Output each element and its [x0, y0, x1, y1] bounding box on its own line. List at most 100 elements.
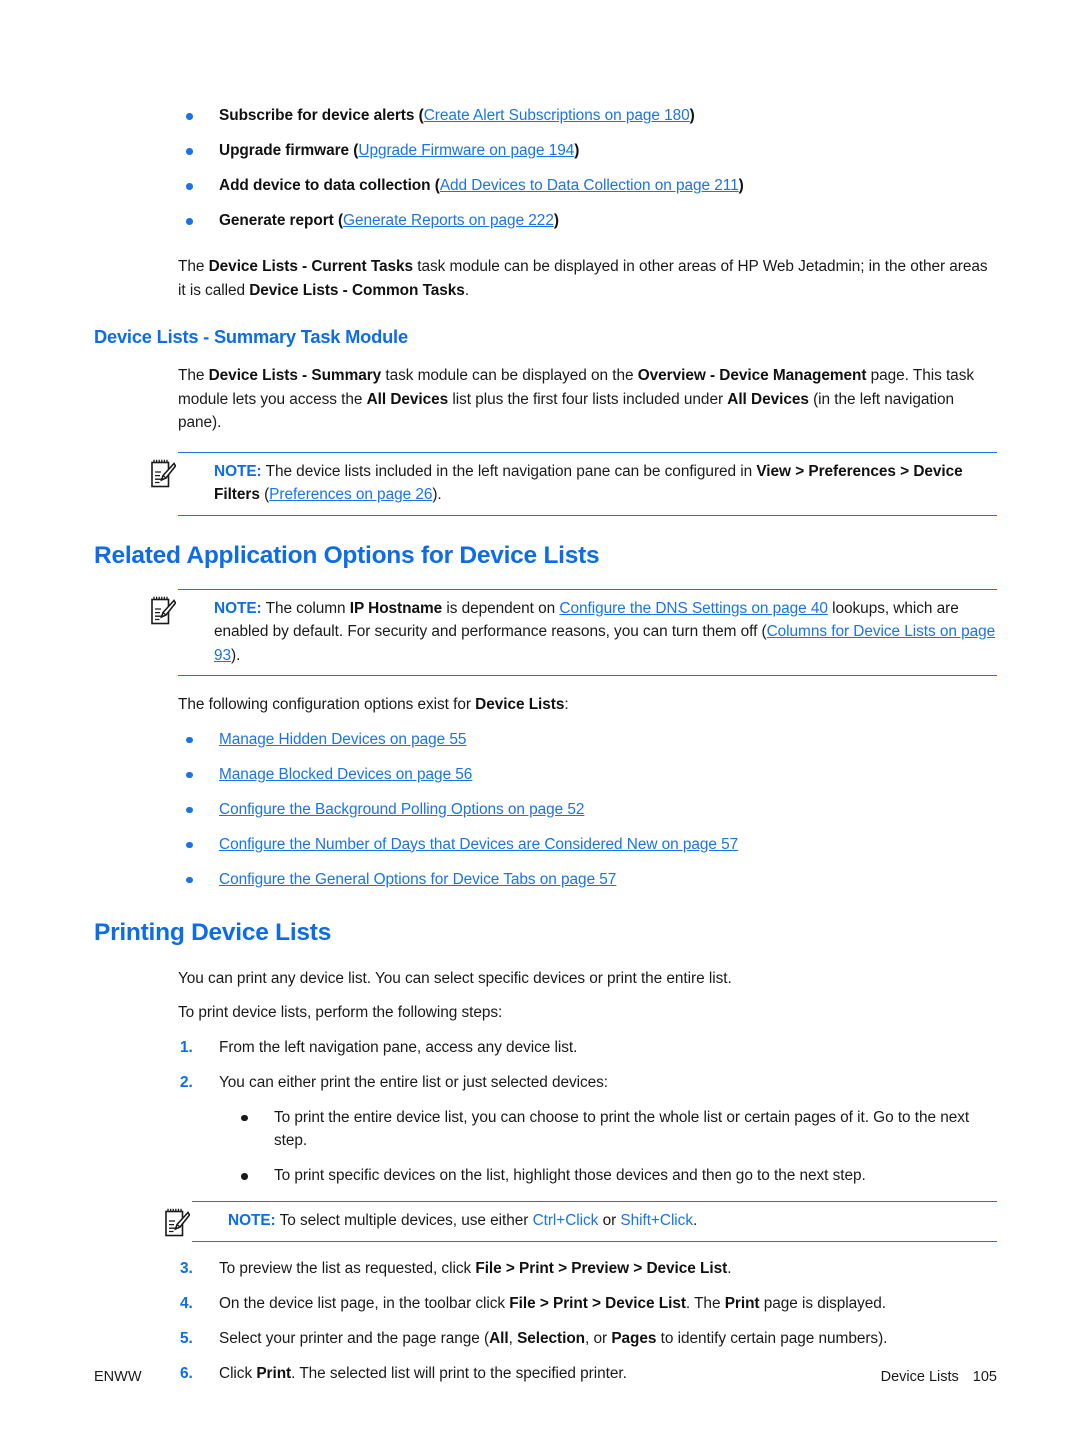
- list-item-step-2: You can either print the entire list or …: [178, 1071, 997, 1095]
- keyboard-shortcut-ctrl-click: Ctrl+Click: [532, 1212, 599, 1229]
- paragraph-print-steps-lead: To print device lists, perform the follo…: [178, 1004, 503, 1021]
- print-steps-list-continued: To preview the list as requested, click …: [178, 1257, 997, 1386]
- paren-open: (: [430, 177, 440, 194]
- paren-close: ): [574, 142, 580, 159]
- paren-open: (: [349, 142, 359, 159]
- text-run: .: [727, 1259, 732, 1277]
- note-pencil-icon: [151, 459, 176, 487]
- cross-reference-link[interactable]: Configure the General Options for Device…: [219, 871, 616, 888]
- print-substep-bullet-list: To print the entire device list, you can…: [233, 1106, 997, 1188]
- bold-run: Selection: [517, 1329, 586, 1347]
- note-label: NOTE:: [228, 1212, 276, 1229]
- paren-close: ): [553, 212, 559, 229]
- step-text: You can either print the entire list or …: [219, 1073, 609, 1091]
- text-run: .: [692, 1212, 698, 1229]
- page-footer: ENWW Device Lists 105: [94, 1369, 997, 1385]
- text-run: (: [259, 486, 270, 503]
- list-item: Manage Hidden Devices on page 55: [178, 728, 997, 752]
- note-label: NOTE:: [214, 599, 262, 617]
- text-run: To select multiple devices, use either: [275, 1212, 533, 1229]
- paren-open: (: [414, 107, 424, 124]
- text-run: To preview the list as requested, click: [219, 1259, 476, 1277]
- cross-reference-link[interactable]: Generate Reports on page 222: [343, 212, 554, 229]
- bold-run: Print: [724, 1294, 760, 1312]
- paren-open: (: [333, 212, 344, 229]
- heading-device-lists-summary-task-module: Device Lists - Summary Task Module: [94, 326, 408, 347]
- text-run: :: [564, 696, 569, 713]
- text-run: or: [598, 1212, 621, 1229]
- cross-reference-link[interactable]: Configure the DNS Settings on page 40: [559, 600, 828, 617]
- note-box-ip-hostname: NOTE: The column IP Hostname is dependen…: [151, 588, 997, 676]
- text-run: ).: [432, 486, 442, 503]
- cross-reference-link[interactable]: Preferences on page 26: [269, 486, 432, 503]
- bold-run: IP Hostname: [349, 599, 443, 617]
- device-task-bullet-list: Subscribe for device alerts (Create Aler…: [178, 104, 997, 233]
- footer-page-number: 105: [972, 1369, 997, 1385]
- cross-reference-link[interactable]: Upgrade Firmware on page 194: [358, 142, 574, 159]
- heading-related-application-options: Related Application Options for Device L…: [94, 541, 600, 569]
- footer-chapter-label: Device Lists: [880, 1369, 959, 1385]
- bullet-bold-label: Add device to data collection: [219, 177, 431, 194]
- text-run: ,: [508, 1329, 518, 1347]
- text-run: is dependent on: [442, 599, 560, 617]
- document-page: Subscribe for device alerts (Create Aler…: [0, 0, 1080, 1437]
- bold-run: File > Print > Preview > Device List: [475, 1259, 728, 1277]
- text-run: The following configuration options exis…: [178, 696, 476, 713]
- step2-sub-bullets-wrap: To print the entire device list, you can…: [165, 1106, 997, 1242]
- list-item: Configure the General Options for Device…: [178, 868, 997, 892]
- substep-text: To print the entire device list, you can…: [274, 1108, 970, 1150]
- paragraph-config-options: The following configuration options exis…: [178, 693, 997, 717]
- list-item: To print specific devices on the list, h…: [233, 1164, 997, 1188]
- list-item-step-1: From the left navigation pane, access an…: [178, 1036, 997, 1060]
- print-steps-list: From the left navigation pane, access an…: [178, 1036, 997, 1095]
- text-run: The column: [261, 599, 350, 617]
- footer-left-label: ENWW: [94, 1369, 142, 1385]
- bullet-bold-label: Subscribe for device alerts: [219, 107, 415, 124]
- list-item: Add device to data collection (Add Devic…: [178, 174, 997, 198]
- text-run: The device lists included in the left na…: [261, 462, 757, 480]
- paragraph-summary: The Device Lists - Summary task module c…: [178, 364, 997, 435]
- note-label: NOTE:: [214, 462, 262, 480]
- bold-run: All Devices: [727, 390, 809, 408]
- list-item: Manage Blocked Devices on page 56: [178, 763, 997, 787]
- list-item-step-5: Select your printer and the page range (…: [178, 1327, 997, 1351]
- note-pencil-icon: [165, 1208, 190, 1237]
- cross-reference-link[interactable]: Create Alert Subscriptions on page 180: [424, 107, 690, 124]
- list-item-step-3: To preview the list as requested, click …: [178, 1257, 997, 1281]
- cross-reference-link[interactable]: Manage Hidden Devices on page 55: [219, 731, 466, 748]
- list-item: Configure the Number of Days that Device…: [178, 833, 997, 857]
- cross-reference-link[interactable]: Configure the Number of Days that Device…: [219, 836, 738, 853]
- note-pencil-icon: [151, 596, 176, 624]
- bullet-bold-label: Generate report: [219, 212, 334, 229]
- paren-close: ): [689, 107, 695, 124]
- list-item: Upgrade firmware (Upgrade Firmware on pa…: [178, 139, 997, 163]
- text-run: list plus the first four lists included …: [448, 390, 728, 408]
- text-run: , or: [585, 1329, 612, 1347]
- list-item: Configure the Background Polling Options…: [178, 798, 997, 822]
- cross-reference-link[interactable]: Configure the Background Polling Options…: [219, 801, 584, 818]
- list-item: Generate report (Generate Reports on pag…: [178, 209, 997, 233]
- bold-run: Device Lists: [475, 696, 565, 713]
- list-item-step-4: On the device list page, in the toolbar …: [178, 1292, 997, 1316]
- keyboard-shortcut-shift-click: Shift+Click: [620, 1212, 693, 1229]
- list-item: Subscribe for device alerts (Create Aler…: [178, 104, 997, 128]
- top-section: Subscribe for device alerts (Create Aler…: [94, 0, 997, 1385]
- note-box-multi-select: NOTE: To select multiple devices, use ei…: [165, 1201, 997, 1242]
- substep-text: To print specific devices on the list, h…: [274, 1167, 866, 1184]
- paragraph-current-tasks: The Device Lists - Current Tasks task mo…: [178, 255, 997, 302]
- bold-run: All: [489, 1329, 509, 1347]
- configuration-options-link-list: Manage Hidden Devices on page 55 Manage …: [178, 728, 997, 892]
- note-box-device-filters: NOTE: The device lists included in the l…: [151, 451, 997, 516]
- bold-run: Pages: [611, 1329, 657, 1347]
- bold-run: Device Lists - Current Tasks: [208, 258, 414, 275]
- bold-run: Device Lists - Summary: [208, 367, 382, 384]
- bold-run: Device Lists - Common Tasks: [249, 281, 465, 299]
- text-run: On the device list page, in the toolbar …: [219, 1294, 510, 1312]
- footer-right: Device Lists 105: [881, 1369, 997, 1385]
- list-item: To print the entire device list, you can…: [233, 1106, 997, 1153]
- cross-reference-link[interactable]: Manage Blocked Devices on page 56: [219, 766, 472, 783]
- text-run: task module can be displayed on the: [381, 367, 638, 384]
- paren-close: ): [738, 177, 744, 194]
- text-run: ).: [231, 646, 241, 664]
- cross-reference-link[interactable]: Add Devices to Data Collection on page 2…: [440, 177, 739, 194]
